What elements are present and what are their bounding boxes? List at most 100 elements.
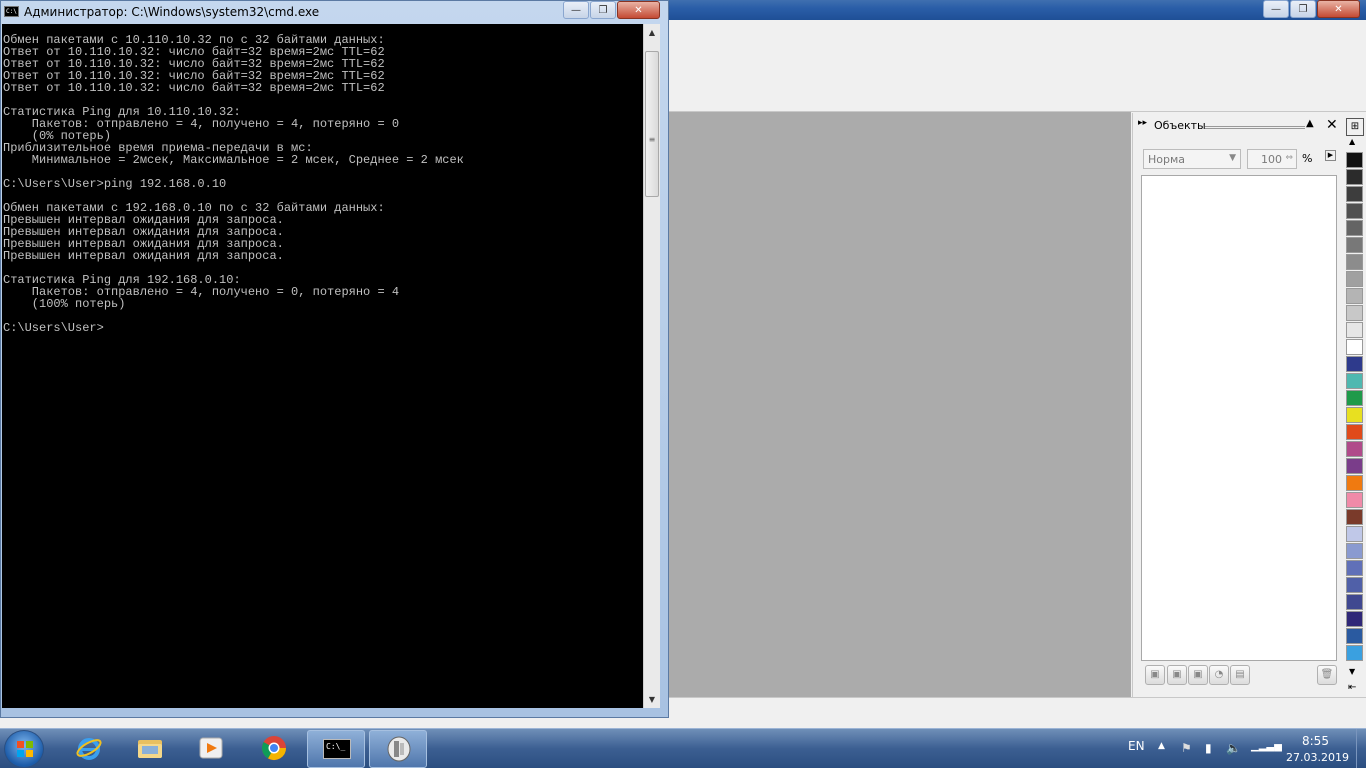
- new-master-layer-icon[interactable]: ▣: [1167, 665, 1187, 685]
- docker-menu-icon[interactable]: ▶: [1325, 150, 1336, 161]
- color-swatch[interactable]: [1346, 407, 1363, 423]
- console-line: C:\Users\User>ping 192.168.0.10: [3, 177, 227, 191]
- pin-icon[interactable]: ▸▸: [1138, 118, 1147, 128]
- color-swatch[interactable]: [1346, 424, 1363, 440]
- palette-options-icon[interactable]: ⊞: [1346, 118, 1364, 136]
- color-swatch[interactable]: [1346, 475, 1363, 491]
- network-signal-icon[interactable]: ▁▂▃▅: [1251, 741, 1282, 752]
- color-swatch[interactable]: [1346, 237, 1363, 253]
- taskbar-cmd[interactable]: C:\_: [307, 730, 365, 768]
- color-swatch[interactable]: [1346, 611, 1363, 627]
- scroll-down-icon[interactable]: ▼: [644, 691, 660, 708]
- folder-icon: [138, 740, 162, 758]
- console-lines: Обмен пакетами с 10.110.10.32 по с 32 ба…: [3, 34, 464, 334]
- vertical-scrollbar[interactable]: ▲ ≡ ▼: [643, 24, 660, 708]
- cmd-title: Администратор: C:\Windows\system32\cmd.e…: [24, 5, 320, 19]
- clock-date[interactable]: 27.03.2019: [1286, 751, 1349, 764]
- taskbar-internet-explorer[interactable]: [60, 730, 118, 768]
- internet-explorer-icon: [76, 738, 102, 760]
- color-swatch[interactable]: [1346, 390, 1363, 406]
- spinner-icon[interactable]: ⇔: [1285, 153, 1293, 163]
- color-swatch[interactable]: [1346, 356, 1363, 372]
- color-swatch[interactable]: [1346, 458, 1363, 474]
- docker-footer: ▣ ▣ ▣ ◔ ▤ 🗑: [1141, 663, 1337, 689]
- objects-docker: ▸▸ Объекты ▲ ✕ Норма ▼ 100 ⇔ % ▶ ▣ ▣ ▣ ◔…: [1132, 113, 1342, 697]
- cmd-window: C:\ Администратор: C:\Windows\system32\c…: [0, 0, 669, 718]
- color-swatch[interactable]: [1346, 645, 1363, 661]
- cmd-close-button[interactable]: ✕: [617, 1, 660, 19]
- new-layer-icon[interactable]: ▣: [1145, 665, 1165, 685]
- color-swatch[interactable]: [1346, 271, 1363, 287]
- docker-close-icon[interactable]: ✕: [1326, 117, 1338, 133]
- cmd-minimize-button[interactable]: —: [563, 1, 589, 19]
- bg-maximize-button[interactable]: ❐: [1290, 0, 1316, 18]
- color-swatch[interactable]: [1346, 186, 1363, 202]
- color-swatch[interactable]: [1346, 577, 1363, 593]
- console-output[interactable]: Обмен пакетами с 10.110.10.32 по с 32 ба…: [2, 24, 643, 708]
- palette-end-icon[interactable]: ⇤: [1348, 682, 1356, 693]
- cmd-titlebar[interactable]: C:\ Администратор: C:\Windows\system32\c…: [1, 1, 668, 23]
- color-swatch[interactable]: [1346, 526, 1363, 542]
- bg-close-button[interactable]: ✕: [1317, 0, 1360, 18]
- console-line: C:\Users\User>: [3, 321, 104, 335]
- color-swatch[interactable]: [1346, 492, 1363, 508]
- docker-title: Объекты: [1154, 119, 1206, 132]
- language-indicator[interactable]: EN: [1128, 739, 1145, 753]
- opacity-input[interactable]: 100 ⇔: [1247, 149, 1297, 169]
- console-line: Ответ от 10.110.10.32: число байт=32 вре…: [3, 81, 385, 95]
- taskbar-chrome[interactable]: [245, 730, 303, 768]
- percent-label: %: [1302, 152, 1313, 165]
- clock-time[interactable]: 8:55: [1302, 734, 1329, 748]
- chevron-down-icon: ▼: [1229, 153, 1236, 163]
- color-swatch[interactable]: [1346, 288, 1363, 304]
- scroll-up-icon[interactable]: ▲: [644, 24, 660, 41]
- objects-list[interactable]: [1141, 175, 1337, 661]
- palette-scroll-down-icon[interactable]: ▼: [1349, 667, 1355, 676]
- console-line: Превышен интервал ожидания для запроса.: [3, 249, 284, 263]
- color-swatch[interactable]: [1346, 305, 1363, 321]
- show-hidden-icons-icon[interactable]: ▲: [1158, 741, 1165, 751]
- color-swatch[interactable]: [1346, 543, 1363, 559]
- cmd-icon: C:\_: [323, 739, 351, 759]
- opacity-value: 100: [1261, 153, 1282, 166]
- palette-scroll-up-icon[interactable]: ▲: [1349, 137, 1355, 146]
- color-swatch[interactable]: [1346, 322, 1363, 338]
- drawing-canvas[interactable]: [669, 112, 1131, 697]
- media-player-icon: [199, 737, 223, 759]
- bg-minimize-button[interactable]: —: [1263, 0, 1289, 18]
- show-desktop-button[interactable]: [1356, 729, 1366, 768]
- color-swatch[interactable]: [1346, 373, 1363, 389]
- layer-options-icon[interactable]: ◔: [1209, 665, 1229, 685]
- background-toolbar-area: [669, 20, 1366, 112]
- color-swatch[interactable]: [1346, 628, 1363, 644]
- taskbar-coreldraw[interactable]: [369, 730, 427, 768]
- docker-header: ▸▸ Объекты ▲ ✕: [1133, 117, 1343, 135]
- color-swatch[interactable]: [1346, 560, 1363, 576]
- trash-icon[interactable]: 🗑: [1317, 665, 1337, 685]
- docker-grip: [1205, 126, 1305, 129]
- blend-mode-value: Норма: [1148, 153, 1186, 166]
- cmd-icon[interactable]: C:\: [4, 6, 19, 17]
- color-swatch[interactable]: [1346, 594, 1363, 610]
- color-swatch[interactable]: [1346, 169, 1363, 185]
- start-button[interactable]: [4, 730, 44, 768]
- color-swatch[interactable]: [1346, 509, 1363, 525]
- color-swatch[interactable]: [1346, 152, 1363, 168]
- color-swatch[interactable]: [1346, 220, 1363, 236]
- taskbar-file-explorer[interactable]: [121, 730, 179, 768]
- scroll-thumb[interactable]: ≡: [645, 51, 659, 197]
- collapse-up-icon[interactable]: ▲: [1306, 118, 1314, 129]
- color-swatch[interactable]: [1346, 254, 1363, 270]
- power-icon[interactable]: ▮: [1205, 741, 1212, 755]
- volume-icon[interactable]: 🔈: [1226, 741, 1241, 755]
- taskbar-media-player[interactable]: [182, 730, 240, 768]
- blend-mode-select[interactable]: Норма ▼: [1143, 149, 1241, 169]
- copy-layer-icon[interactable]: ▣: [1188, 665, 1208, 685]
- color-swatch[interactable]: [1346, 441, 1363, 457]
- color-swatch[interactable]: [1346, 203, 1363, 219]
- chrome-icon: [261, 736, 286, 761]
- layer-properties-icon[interactable]: ▤: [1230, 665, 1250, 685]
- color-swatch[interactable]: [1346, 339, 1363, 355]
- cmd-maximize-button[interactable]: ❐: [590, 1, 616, 19]
- action-center-flag-icon[interactable]: ⚑: [1181, 741, 1192, 755]
